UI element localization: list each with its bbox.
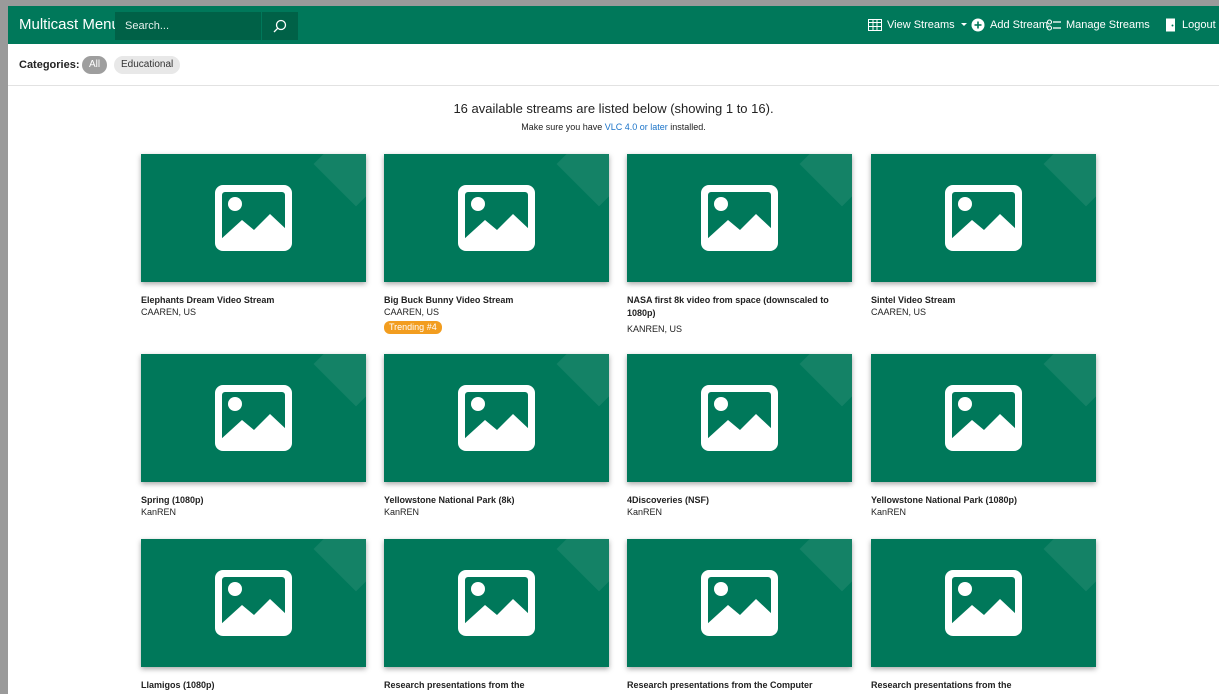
search-form: [115, 12, 298, 40]
image-placeholder-icon: [458, 385, 535, 451]
caret-down-icon: [960, 23, 967, 26]
image-placeholder-icon: [215, 185, 292, 251]
search-icon: [273, 19, 287, 33]
add-stream-link[interactable]: Add Stream: [971, 17, 1048, 33]
image-placeholder-icon: [701, 385, 778, 451]
vlc-notice-suffix: installed.: [667, 122, 706, 132]
search-input[interactable]: [115, 12, 261, 40]
search-button[interactable]: [261, 12, 298, 40]
stream-thumbnail[interactable]: [384, 539, 609, 667]
categories-label: Categories:: [19, 59, 80, 71]
view-streams-label: View Streams: [887, 19, 955, 31]
view-streams-dropdown[interactable]: View Streams: [868, 17, 968, 33]
image-placeholder-icon: [215, 570, 292, 636]
category-bar: Categories: All Educational: [8, 44, 1219, 86]
stream-title[interactable]: Research presentations from the: [871, 679, 1096, 692]
stream-title[interactable]: Big Buck Bunny Video Stream: [384, 294, 609, 307]
image-placeholder-icon: [945, 385, 1022, 451]
trending-badge: Trending #4: [384, 321, 442, 334]
stream-title[interactable]: Yellowstone National Park (8k): [384, 494, 609, 507]
stream-title[interactable]: 4Discoveries (NSF): [627, 494, 852, 507]
stream-source: KanREN: [384, 507, 420, 517]
door-exit-icon: [1166, 18, 1175, 32]
image-placeholder-icon: [701, 185, 778, 251]
stream-thumbnail[interactable]: [384, 154, 609, 282]
stream-source: CAAREN, US: [141, 307, 197, 317]
stream-source: KanREN: [627, 507, 663, 517]
stream-source: CAAREN, US: [871, 307, 927, 317]
vlc-notice-prefix: Make sure you have: [521, 122, 605, 132]
image-placeholder-icon: [458, 570, 535, 636]
stream-thumbnail[interactable]: [871, 354, 1096, 482]
image-placeholder-icon: [701, 570, 778, 636]
streams-count-heading: 16 available streams are listed below (s…: [453, 101, 774, 116]
image-placeholder-icon: [945, 185, 1022, 251]
stream-title[interactable]: Yellowstone National Park (1080p): [871, 494, 1096, 507]
plus-circle-icon: [971, 18, 985, 32]
stream-title[interactable]: Research presentations from the Computer: [627, 679, 852, 692]
stream-thumbnail[interactable]: [871, 539, 1096, 667]
image-placeholder-icon: [215, 385, 292, 451]
stream-title[interactable]: Spring (1080p): [141, 494, 366, 507]
stream-source: KanREN: [141, 507, 177, 517]
stream-thumbnail[interactable]: [141, 154, 366, 282]
category-pill-all[interactable]: All: [82, 56, 108, 74]
manage-streams-link[interactable]: Manage Streams: [1047, 17, 1150, 33]
vlc-notice: Make sure you have VLC 4.0 or later inst…: [8, 122, 1219, 132]
manage-streams-label: Manage Streams: [1066, 19, 1150, 31]
stream-title[interactable]: Llamigos (1080p): [141, 679, 366, 692]
stream-title[interactable]: NASA first 8k video from space (downscal…: [627, 294, 852, 320]
stream-title[interactable]: Research presentations from the: [384, 679, 609, 692]
stream-thumbnail[interactable]: [384, 354, 609, 482]
vlc-download-link[interactable]: VLC 4.0 or later: [605, 122, 668, 132]
stream-thumbnail[interactable]: [627, 539, 852, 667]
stream-title[interactable]: Elephants Dream Video Stream: [141, 294, 366, 307]
stream-source: CAAREN, US: [384, 307, 440, 317]
add-stream-label: Add Stream: [990, 19, 1049, 31]
stream-thumbnail[interactable]: [871, 154, 1096, 282]
stream-source: KANREN, US: [627, 324, 683, 334]
image-placeholder-icon: [945, 570, 1022, 636]
stream-thumbnail[interactable]: [627, 154, 852, 282]
stream-title[interactable]: Sintel Video Stream: [871, 294, 1096, 307]
image-placeholder-icon: [458, 185, 535, 251]
list-settings-icon: [1047, 19, 1061, 31]
stream-source: KanREN: [871, 507, 907, 517]
stream-thumbnail[interactable]: [627, 354, 852, 482]
stream-thumbnail[interactable]: [141, 539, 366, 667]
logout-label: Logout: [1182, 19, 1216, 31]
brand-title[interactable]: Multicast Menu: [19, 16, 120, 33]
grid-table-icon: [868, 19, 882, 31]
top-navbar: Multicast Menu View Streams: [8, 6, 1219, 44]
category-pill-educational[interactable]: Educational: [114, 56, 181, 74]
stream-thumbnail[interactable]: [141, 354, 366, 482]
app-window: Multicast Menu View Streams: [8, 6, 1219, 694]
logout-link[interactable]: Logout: [1165, 17, 1216, 33]
